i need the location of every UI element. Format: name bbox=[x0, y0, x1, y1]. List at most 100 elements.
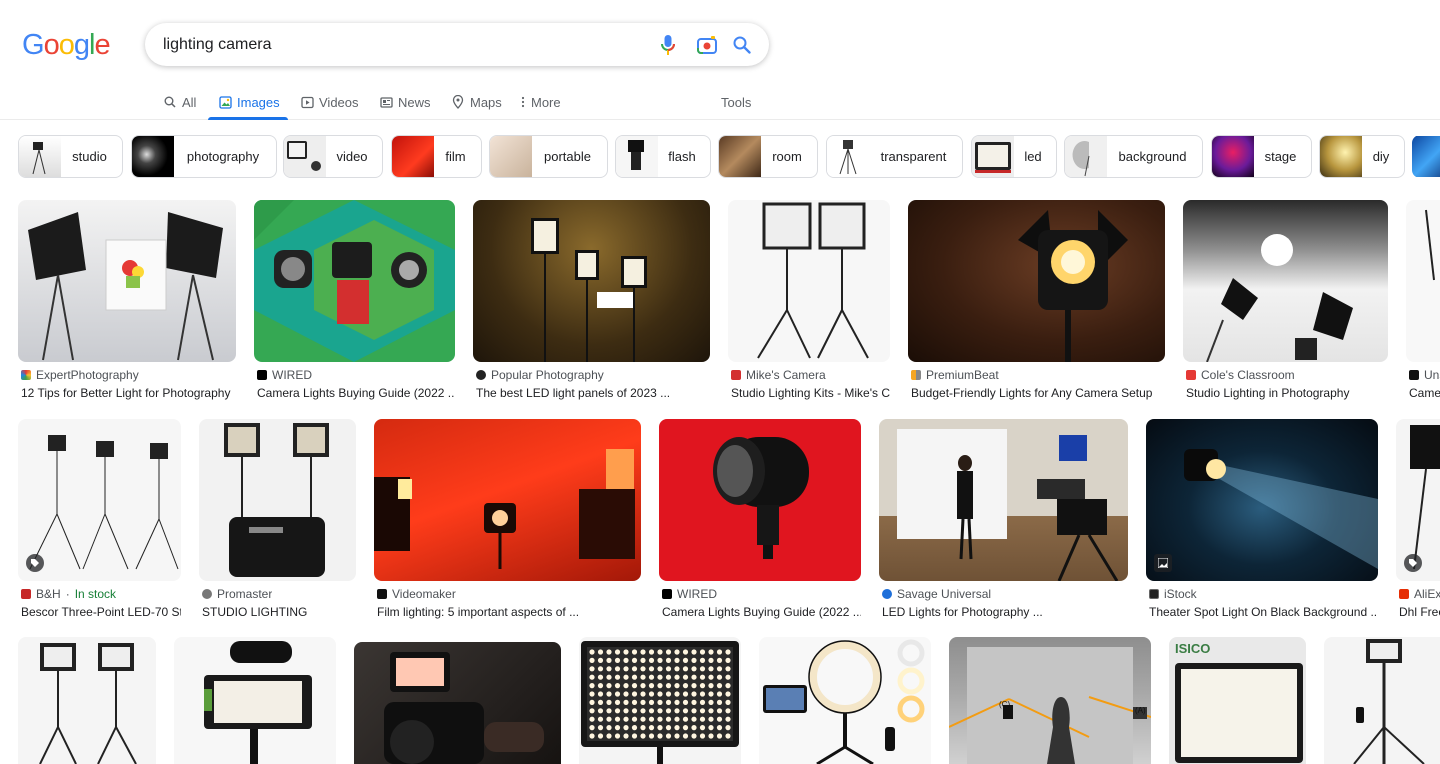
result-card[interactable] bbox=[579, 637, 741, 764]
source-name: WIRED bbox=[272, 368, 312, 382]
camera-lens-icon[interactable] bbox=[696, 34, 718, 56]
led-dot bbox=[725, 699, 731, 705]
result-title[interactable]: 12 Tips for Better Light for Photography bbox=[21, 386, 236, 400]
result-card[interactable] bbox=[174, 637, 336, 764]
result-title[interactable]: The best LED light panels of 2023 ... bbox=[476, 386, 710, 400]
tab-images[interactable]: Images bbox=[208, 84, 288, 120]
result-card-partial[interactable]: Uns Camer bbox=[1406, 200, 1440, 405]
chip-more-partial[interactable] bbox=[1412, 135, 1440, 178]
led-dot bbox=[665, 716, 672, 722]
result-title[interactable]: Camer bbox=[1409, 386, 1440, 400]
result-card[interactable] bbox=[759, 637, 931, 764]
led-dot bbox=[648, 657, 655, 663]
chip-thumbnail bbox=[1065, 136, 1107, 177]
led-dot bbox=[691, 699, 697, 705]
chip-background[interactable]: background bbox=[1064, 135, 1203, 178]
google-logo[interactable]: Google bbox=[22, 30, 111, 60]
led-dot bbox=[699, 708, 706, 714]
chip-label: flash bbox=[668, 149, 696, 164]
result-card[interactable]: Mike's Camera Studio Lighting Kits - Mik… bbox=[728, 200, 890, 405]
led-dot bbox=[665, 657, 672, 663]
result-image bbox=[18, 637, 156, 764]
result-source: Promaster bbox=[202, 587, 272, 601]
result-card[interactable]: Cole's Classroom Studio Lighting in Phot… bbox=[1183, 200, 1388, 405]
result-card[interactable]: Promaster STUDIO LIGHTING bbox=[199, 419, 356, 624]
chip-thumbnail bbox=[719, 136, 761, 177]
result-title[interactable]: LED Lights for Photography ... bbox=[882, 605, 1128, 619]
led-dot bbox=[708, 699, 714, 705]
result-card[interactable] bbox=[354, 642, 561, 764]
chip-stage[interactable]: stage bbox=[1211, 135, 1312, 178]
result-title[interactable]: Camera Lights Buying Guide (2022 ... bbox=[257, 386, 455, 400]
chip-room[interactable]: room bbox=[718, 135, 818, 178]
result-title[interactable]: Studio Lighting in Photography bbox=[1186, 386, 1388, 400]
chip-transparent[interactable]: transparent bbox=[826, 135, 963, 178]
result-card[interactable]: WIRED Camera Lights Buying Guide (2022 .… bbox=[254, 200, 455, 405]
chip-diy[interactable]: diy bbox=[1319, 135, 1405, 178]
result-image bbox=[908, 200, 1165, 362]
result-card[interactable]: WIRED Camera Lights Buying Guide (2022 .… bbox=[659, 419, 861, 624]
search-icon[interactable] bbox=[731, 34, 753, 56]
tab-all[interactable]: All bbox=[163, 84, 196, 120]
chip-photography[interactable]: photography bbox=[131, 135, 277, 178]
chip-studio[interactable]: studio bbox=[18, 135, 123, 178]
led-dot bbox=[623, 674, 629, 680]
chip-portable[interactable]: portable bbox=[489, 135, 608, 178]
chip-thumbnail bbox=[1212, 136, 1254, 177]
result-card[interactable]: iStock Theater Spot Light On Black Backg… bbox=[1146, 419, 1378, 624]
led-dot bbox=[648, 649, 655, 655]
result-title[interactable]: Studio Lighting Kits - Mike's C... bbox=[731, 386, 890, 400]
led-dot bbox=[614, 691, 621, 697]
led-dot bbox=[708, 708, 714, 714]
led-dot bbox=[708, 683, 714, 689]
result-card[interactable]: B&H · In stock Bescor Three-Point LED-70 S… bbox=[18, 419, 181, 624]
tab-news[interactable]: News bbox=[379, 84, 431, 120]
result-source: AliExp bbox=[1399, 587, 1440, 601]
led-dot bbox=[623, 666, 629, 672]
result-title[interactable]: Bescor Three-Point LED-70 St... bbox=[21, 605, 181, 619]
led-dot bbox=[606, 649, 612, 655]
chip-video[interactable]: video bbox=[283, 135, 383, 178]
result-title[interactable]: Budget-Friendly Lights for Any Camera Se… bbox=[911, 386, 1165, 400]
result-image bbox=[18, 419, 181, 581]
result-card-partial[interactable]: AliExp Dhl Free bbox=[1396, 419, 1440, 624]
tab-maps[interactable]: Maps bbox=[451, 84, 502, 120]
led-dot bbox=[708, 733, 714, 739]
result-card[interactable]: PremiumBeat Budget-Friendly Lights for A… bbox=[908, 200, 1165, 405]
chip-label: stage bbox=[1264, 149, 1297, 164]
result-title[interactable]: STUDIO LIGHTING bbox=[202, 605, 356, 619]
result-title[interactable]: Theater Spot Light On Black Background .… bbox=[1149, 605, 1378, 619]
result-card[interactable]: Videomaker Film lighting: 5 important as… bbox=[374, 419, 641, 624]
led-dot bbox=[674, 649, 680, 655]
result-card[interactable]: Savage Universal LED Lights for Photogra… bbox=[879, 419, 1128, 624]
search-input[interactable] bbox=[163, 34, 633, 56]
led-dot bbox=[623, 649, 629, 655]
chip-film[interactable]: film bbox=[391, 135, 482, 178]
tab-more[interactable]: More bbox=[520, 84, 561, 120]
result-title[interactable]: Camera Lights Buying Guide (2022 ... bbox=[662, 605, 861, 619]
led-dot bbox=[716, 733, 723, 739]
mic-icon[interactable] bbox=[657, 34, 679, 56]
chip-flash[interactable]: flash bbox=[615, 135, 711, 178]
result-card[interactable]: ISICO bbox=[1169, 637, 1306, 764]
led-dot bbox=[674, 657, 680, 663]
led-dot bbox=[716, 691, 723, 697]
led-dot bbox=[606, 699, 612, 705]
result-image bbox=[1406, 200, 1440, 362]
led-dot bbox=[597, 657, 604, 663]
result-title[interactable]: Dhl Free bbox=[1399, 605, 1440, 619]
result-card[interactable]: ExpertPhotography 12 Tips for Better Lig… bbox=[18, 200, 236, 405]
result-image bbox=[18, 200, 236, 362]
tools-button[interactable]: Tools bbox=[721, 84, 751, 120]
result-card[interactable]: Popular Photography The best LED light p… bbox=[473, 200, 710, 405]
tab-label: More bbox=[531, 94, 561, 110]
led-dot bbox=[614, 657, 621, 663]
led-dot bbox=[597, 725, 604, 731]
result-card[interactable]: (C) (A) bbox=[949, 637, 1151, 764]
result-card[interactable] bbox=[1324, 637, 1440, 764]
result-title[interactable]: Film lighting: 5 important aspects of ..… bbox=[377, 605, 641, 619]
tab-videos[interactable]: Videos bbox=[300, 84, 359, 120]
led-dot bbox=[648, 708, 655, 714]
chip-led[interactable]: led bbox=[971, 135, 1057, 178]
result-card[interactable] bbox=[18, 637, 156, 764]
